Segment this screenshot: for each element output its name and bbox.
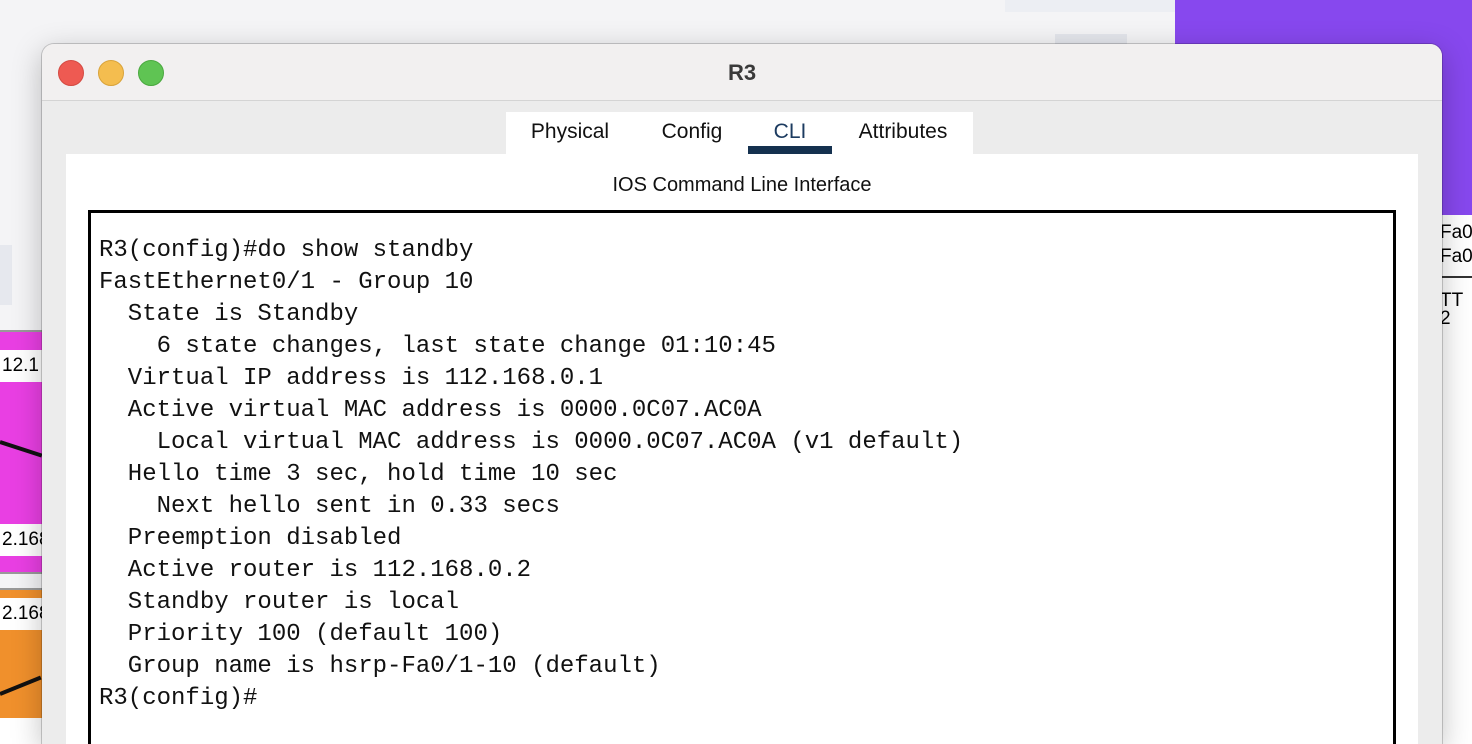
terminal-line: Active router is 112.168.0.2 bbox=[99, 557, 532, 584]
tab-physical[interactable]: Physical bbox=[506, 112, 634, 154]
terminal-line: Group name is hsrp-Fa0/1-10 (default) bbox=[99, 653, 661, 680]
background-port-label: Fa0 bbox=[1440, 246, 1472, 267]
terminal-line: State is Standby bbox=[99, 301, 359, 328]
terminal-line: Hello time 3 sec, hold time 10 sec bbox=[99, 461, 618, 488]
tab-cli[interactable]: CLI bbox=[748, 112, 832, 154]
terminal-line: 6 state changes, last state change 01:10… bbox=[99, 333, 776, 360]
terminal-line: R3(config)#do show standby bbox=[99, 237, 474, 264]
terminal-line: Virtual IP address is 112.168.0.1 bbox=[99, 365, 604, 392]
device-window: R3 Physical Config CLI Attributes IOS Co… bbox=[42, 44, 1442, 744]
cli-heading: IOS Command Line Interface bbox=[612, 174, 872, 196]
titlebar: R3 bbox=[42, 44, 1442, 101]
background-divider bbox=[1440, 276, 1472, 278]
terminal-line: FastEthernet0/1 - Group 10 bbox=[99, 269, 474, 296]
background-port-label: Fa0 bbox=[1440, 222, 1472, 243]
cli-terminal[interactable]: R3(config)#do show standby FastEthernet0… bbox=[88, 210, 1396, 744]
background-ip-label: 2.168 bbox=[0, 598, 42, 630]
terminal-line: Active virtual MAC address is 0000.0C07.… bbox=[99, 397, 762, 424]
terminal-line: Priority 100 (default 100) bbox=[99, 621, 503, 648]
terminal-line: R3(config)# bbox=[99, 685, 258, 712]
tab-config[interactable]: Config bbox=[644, 112, 740, 154]
background-ip-label: 2.168 bbox=[0, 524, 42, 556]
background-window-fragment bbox=[0, 245, 12, 305]
background-window-fragment bbox=[1005, 0, 1175, 12]
cli-panel: IOS Command Line Interface R3(config)#do… bbox=[66, 154, 1418, 744]
tab-bar: Physical Config CLI Attributes bbox=[506, 112, 973, 154]
window-title: R3 bbox=[727, 60, 757, 85]
background-ip-label: 12.1 bbox=[0, 350, 42, 382]
terminal-line: Standby router is local bbox=[99, 589, 460, 616]
tab-attributes[interactable]: Attributes bbox=[844, 112, 962, 154]
terminal-output[interactable]: R3(config)#do show standby FastEthernet0… bbox=[91, 213, 1393, 715]
terminal-line: Next hello sent in 0.33 secs bbox=[99, 493, 560, 520]
terminal-line: Local virtual MAC address is 0000.0C07.A… bbox=[99, 429, 964, 456]
terminal-line: Preemption disabled bbox=[99, 525, 402, 552]
